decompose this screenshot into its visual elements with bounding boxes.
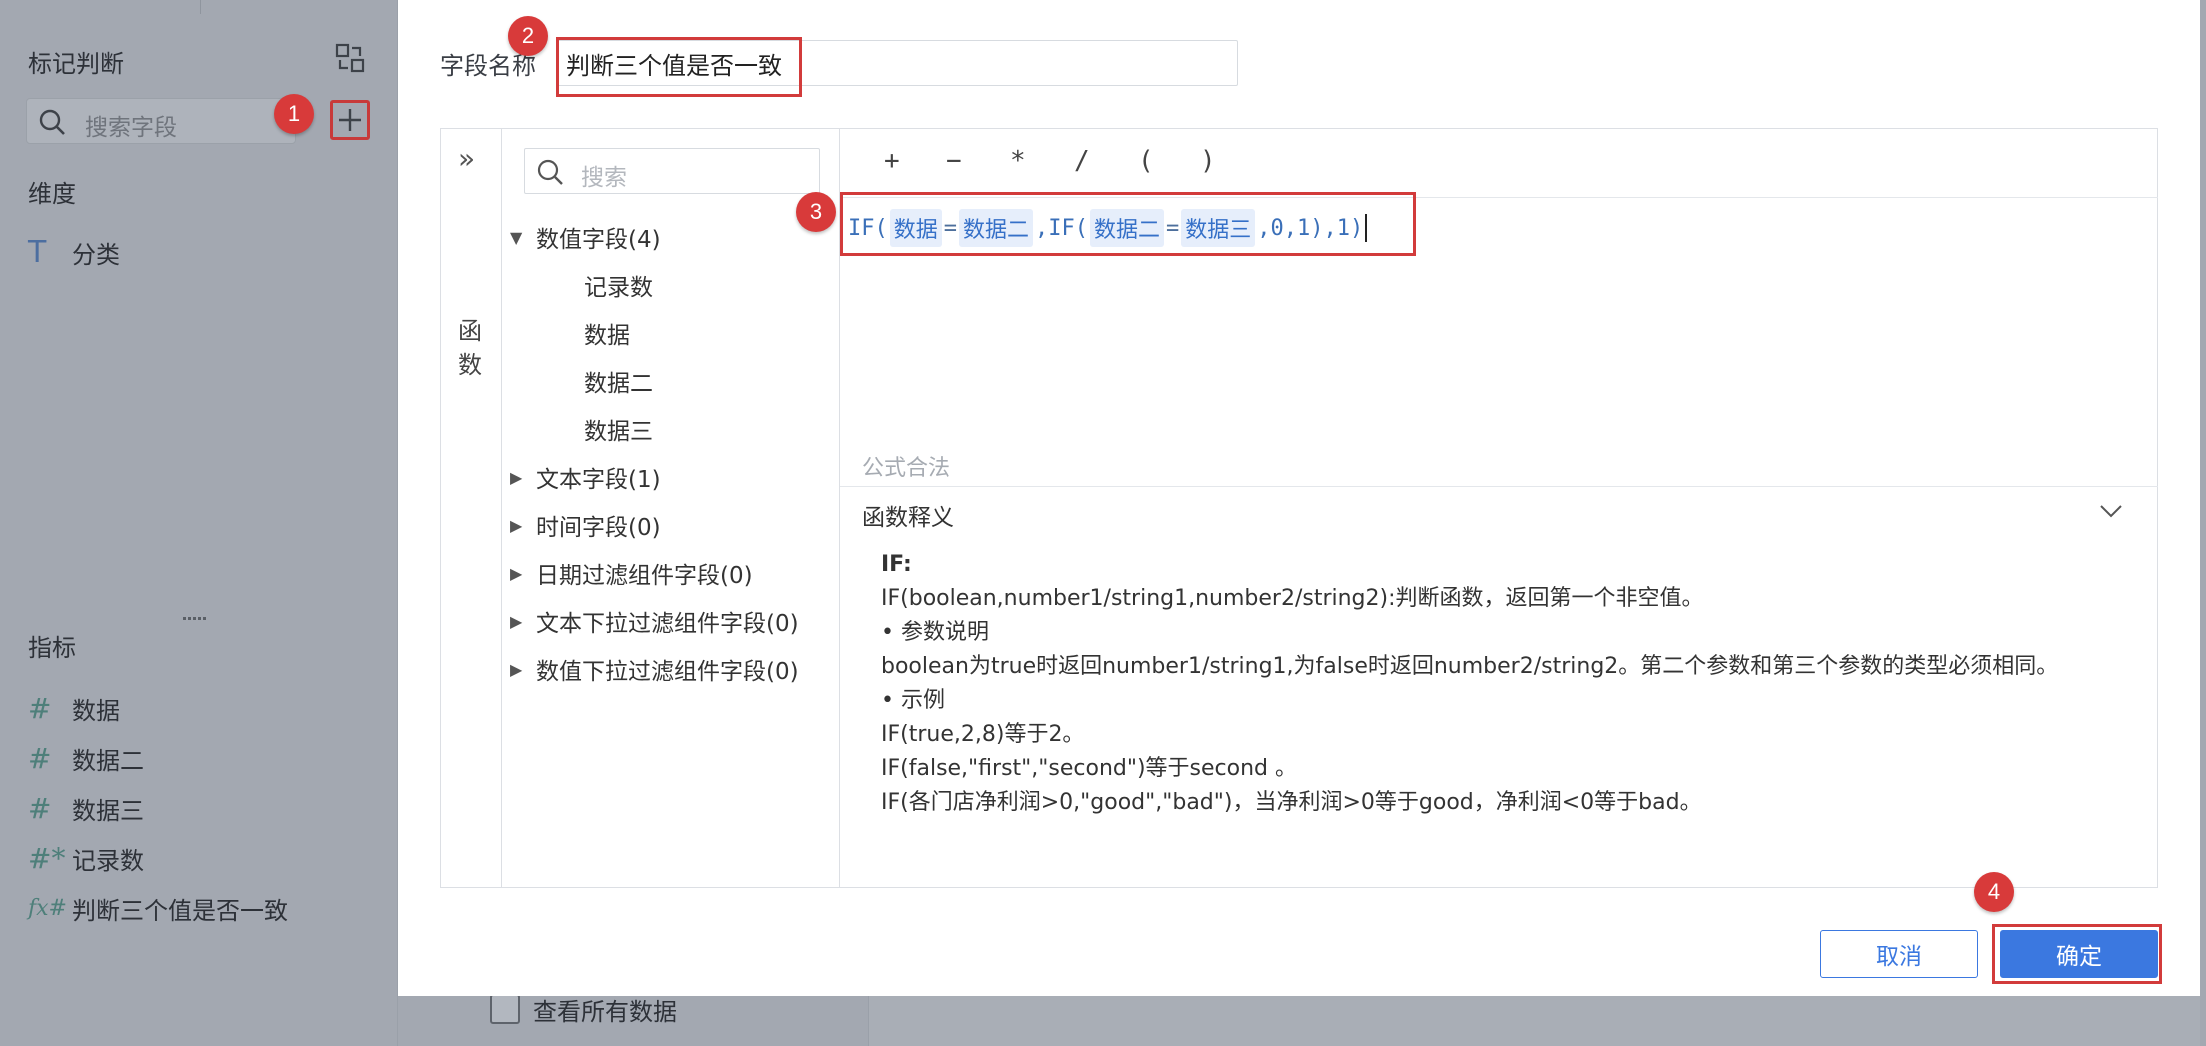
tree-item-data-three[interactable]: 数据三 (584, 412, 653, 446)
tree-group-label: 文本下拉过滤组件字段(0) (536, 611, 799, 637)
highlight-formula (840, 192, 1416, 256)
tree-group-number-fields[interactable]: ▼ 数值字段(4) (510, 220, 661, 254)
highlight-field-name (556, 37, 802, 97)
resize-handle[interactable] (182, 606, 210, 620)
tree-group-time-fields[interactable]: ▶ 时间字段(0) (510, 508, 661, 542)
caret-right-icon: ▶ (510, 611, 523, 631)
measure-item-formula-field[interactable]: fx# 判断三个值是否一致 (28, 890, 288, 926)
operator-divide-button[interactable]: / (1074, 146, 1090, 176)
view-all-data-checkbox[interactable] (490, 994, 520, 1024)
search-placeholder: 搜索字段 (85, 115, 177, 141)
measure-item-data-three[interactable]: # 数据三 (28, 790, 144, 826)
text-field-icon: T (28, 234, 47, 270)
tree-item-data-two[interactable]: 数据二 (584, 364, 653, 398)
chevron-down-icon[interactable] (2096, 496, 2126, 526)
examples-heading: • 示例 (881, 688, 945, 713)
search-placeholder: 搜索 (581, 165, 627, 191)
cancel-button[interactable]: 取消 (1820, 930, 1978, 978)
function-name: IF: (881, 552, 912, 577)
record-count-icon: #* (28, 841, 66, 875)
step-marker-4: 4 (1974, 872, 2014, 912)
example-line: IF(true,2,8)等于2。 (881, 722, 1085, 747)
example-line: IF(各门店净利润>0,"good","bad")，当净利润>0等于good，净… (881, 790, 1702, 815)
dimension-section-title: 维度 (28, 180, 76, 208)
step-marker-3: 3 (796, 192, 836, 232)
caret-right-icon: ▶ (510, 659, 523, 679)
step-marker-1: 1 (274, 94, 314, 134)
formula-field-icon: fx# (28, 895, 67, 921)
plus-icon (339, 109, 361, 131)
operator-minus-button[interactable]: − (946, 146, 962, 176)
highlight-ok (1992, 924, 2162, 984)
operator-multiply-button[interactable]: * (1010, 146, 1026, 176)
function-tab-label: 函数 (458, 317, 482, 379)
operator-open-paren-button[interactable]: ( (1138, 146, 1154, 176)
field-tree-search-input[interactable]: 搜索 (524, 148, 820, 194)
caret-right-icon: ▶ (510, 515, 523, 535)
number-field-icon: # (28, 741, 52, 775)
tree-group-label: 数值字段(4) (536, 227, 661, 253)
formula-status: 公式合法 (862, 456, 951, 481)
tree-group-label: 文本字段(1) (536, 467, 661, 493)
field-label: 数据二 (72, 746, 144, 775)
search-icon (537, 159, 563, 185)
field-label: 数据 (72, 696, 120, 725)
panel-divider (200, 0, 201, 14)
measure-section-title: 指标 (28, 634, 76, 662)
example-line: IF(false,"first","second")等于second 。 (881, 756, 1298, 781)
function-signature: IF(boolean,number1/string1,number2/strin… (881, 586, 1704, 611)
function-description-header (840, 486, 2158, 536)
operator-plus-button[interactable]: + (884, 146, 900, 176)
step-marker-2: 2 (508, 16, 548, 56)
caret-right-icon: ▶ (510, 563, 523, 583)
tree-group-label: 日期过滤组件字段(0) (536, 563, 753, 589)
tree-group-label: 时间字段(0) (536, 515, 661, 541)
search-icon (39, 109, 65, 135)
operator-close-paren-button[interactable]: ) (1200, 146, 1216, 176)
field-label: 数据三 (72, 796, 144, 825)
tree-group-text-dropdown-fields[interactable]: ▶ 文本下拉过滤组件字段(0) (510, 604, 799, 638)
tree-group-number-dropdown-fields[interactable]: ▶ 数值下拉过滤组件字段(0) (510, 652, 799, 686)
caret-right-icon: ▶ (510, 467, 523, 487)
dimension-item-category[interactable]: T 分类 (28, 234, 120, 270)
tree-item-data[interactable]: 数据 (584, 316, 630, 350)
tree-group-date-filter-fields[interactable]: ▶ 日期过滤组件字段(0) (510, 556, 753, 590)
dataset-title: 标记判断 (28, 50, 124, 78)
switch-layout-icon[interactable] (334, 42, 366, 74)
tree-group-label: 数值下拉过滤组件字段(0) (536, 659, 799, 685)
field-search-input[interactable]: 搜索字段 (26, 98, 296, 144)
caret-down-icon: ▼ (510, 227, 523, 247)
params-text: boolean为true时返回number1/string1,为false时返回… (881, 654, 2059, 679)
number-field-icon: # (28, 791, 52, 825)
number-field-icon: # (28, 691, 52, 725)
field-label: 分类 (72, 240, 120, 269)
field-panel: 标记判断 搜索字段 维度 T 分类 指标 # 数据 # 数据二 # 数据三 #*… (0, 0, 398, 1046)
tree-group-text-fields[interactable]: ▶ 文本字段(1) (510, 460, 661, 494)
measure-item-data-two[interactable]: # 数据二 (28, 740, 144, 776)
operator-toolbar (840, 128, 2158, 198)
view-all-data-label: 查看所有数据 (533, 998, 677, 1026)
overlay-strip (2200, 0, 2206, 1046)
add-field-button[interactable] (330, 100, 370, 140)
measure-item-data[interactable]: # 数据 (28, 690, 120, 726)
function-tab[interactable]: » 函数 (440, 128, 502, 888)
field-label: 记录数 (72, 846, 144, 875)
function-description-title: 函数释义 (862, 505, 954, 531)
field-label: 判断三个值是否一致 (72, 896, 288, 925)
params-heading: • 参数说明 (881, 620, 989, 645)
double-chevron-right-icon[interactable]: » (458, 142, 475, 175)
measure-item-record-count[interactable]: #* 记录数 (28, 840, 144, 876)
tree-item-record-count[interactable]: 记录数 (584, 268, 653, 302)
function-description-body: IF: IF(boolean,number1/string1,number2/s… (881, 548, 2131, 820)
